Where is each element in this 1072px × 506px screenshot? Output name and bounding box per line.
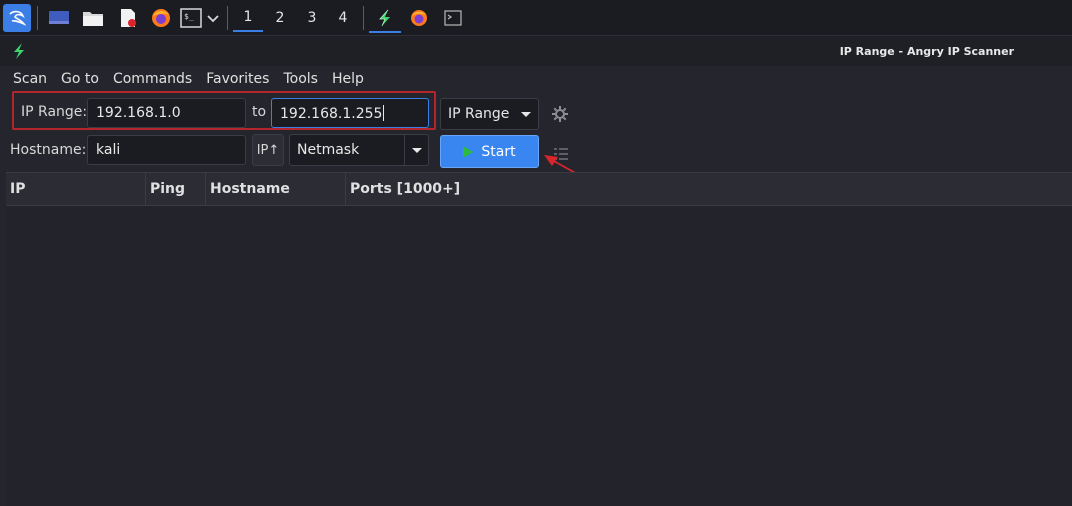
desktop-icon[interactable]	[46, 4, 72, 32]
play-icon	[463, 145, 474, 158]
firefox-icon[interactable]	[149, 4, 173, 32]
netmask-select-value: Netmask	[297, 142, 360, 158]
table-header: IP Ping Hostname Ports [1000+]	[6, 172, 1072, 206]
menu-go-to[interactable]: Go to	[54, 66, 106, 94]
window-titlebar: IP Range - Angry IP Scanner	[0, 36, 1072, 66]
lightning-icon	[10, 42, 28, 64]
results-table: IP Ping Hostname Ports [1000+]	[6, 172, 1072, 506]
ip-range-label: IP Range:	[21, 104, 88, 120]
ip-start-input[interactable]: 192.168.1.0	[87, 98, 246, 128]
firefox-icon[interactable]	[407, 4, 431, 32]
menu-scan[interactable]: Scan	[6, 66, 54, 94]
column-header-ping[interactable]: Ping	[146, 173, 206, 205]
hostname-input[interactable]: kali	[87, 135, 246, 165]
ip-end-value: 192.168.1.255	[280, 106, 383, 122]
menu-help[interactable]: Help	[325, 66, 371, 94]
terminal-icon[interactable]	[441, 4, 465, 32]
start-button[interactable]: Start	[440, 135, 539, 168]
chevron-down-icon	[514, 99, 538, 129]
gear-icon[interactable]	[551, 105, 569, 127]
workspace-3[interactable]: 3	[297, 4, 327, 32]
feeder-select-value: IP Range	[448, 106, 510, 122]
workspace-1[interactable]: 1	[233, 4, 263, 32]
start-button-label: Start	[481, 143, 516, 160]
column-header-ip[interactable]: IP	[6, 173, 146, 205]
menu-tools[interactable]: Tools	[276, 66, 325, 94]
feeder-select[interactable]: IP Range	[440, 98, 539, 130]
window-title: IP Range - Angry IP Scanner	[839, 45, 1014, 58]
hostname-label: Hostname:	[10, 142, 87, 158]
menu-favorites[interactable]: Favorites	[199, 66, 276, 94]
chevron-down-icon[interactable]	[205, 4, 221, 32]
chevron-down-icon	[404, 135, 428, 165]
taskbar: $_ 1 2 3 4	[0, 0, 1072, 36]
text-caret	[383, 105, 385, 121]
to-label: to	[252, 104, 267, 120]
svg-text:$_: $_	[184, 12, 194, 21]
files-icon[interactable]	[80, 4, 106, 32]
table-body[interactable]	[6, 206, 1072, 506]
netmask-select[interactable]: Netmask	[289, 134, 429, 166]
kali-menu-icon[interactable]	[3, 4, 31, 32]
menu-commands[interactable]: Commands	[106, 66, 199, 94]
ip-lookup-button[interactable]: IP↑	[252, 134, 284, 166]
ip-end-input[interactable]: 192.168.1.255	[271, 98, 429, 128]
text-editor-icon[interactable]	[116, 4, 140, 32]
angry-ip-scanner-icon[interactable]	[369, 4, 401, 33]
menu-bar: Scan Go to Commands Favorites Tools Help	[0, 66, 1072, 94]
workspace-2[interactable]: 2	[265, 4, 295, 32]
column-header-ports[interactable]: Ports [1000+]	[346, 173, 1072, 205]
column-header-hostname[interactable]: Hostname	[206, 173, 346, 205]
terminal-icon[interactable]: $_	[179, 4, 203, 32]
workspace-4[interactable]: 4	[328, 4, 358, 32]
